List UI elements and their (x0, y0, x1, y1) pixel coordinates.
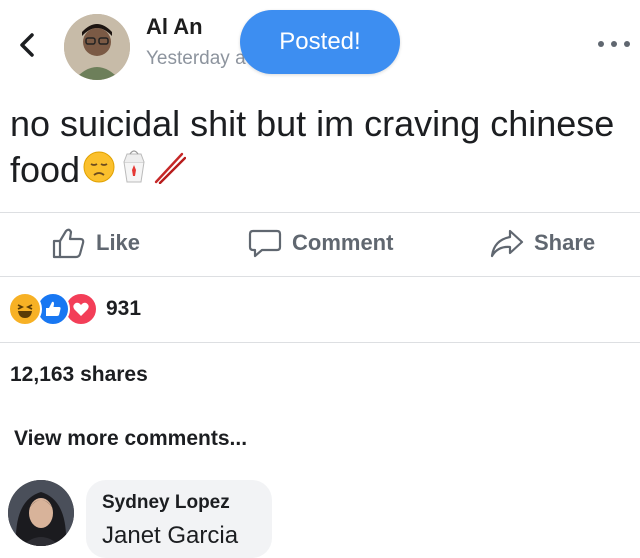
pensive-face-emoji (82, 149, 116, 195)
comment-bubble[interactable]: Sydney Lopez Janet Garcia (86, 480, 272, 558)
shares-count[interactable]: 12,163 shares (10, 363, 148, 387)
chevron-left-icon (20, 33, 34, 57)
more-horizontal-icon-dot (611, 41, 617, 47)
post-timestamp[interactable]: Yesterday a (146, 48, 246, 70)
haha-reaction-icon (8, 292, 42, 326)
post-actions-bar: Like Comment Share (0, 212, 640, 276)
more-horizontal-icon-dot (598, 41, 604, 47)
post-text: no suicidal shit but im craving chinese (10, 103, 615, 144)
commenter-photo (8, 480, 74, 546)
comment-text: Janet Garcia (102, 522, 239, 549)
comment-button[interactable]: Comment (248, 226, 393, 260)
thumbs-up-icon (52, 228, 85, 259)
view-more-comments-link[interactable]: View more comments... (14, 427, 247, 451)
commenter-name[interactable]: Sydney Lopez (102, 492, 230, 514)
chopsticks-emoji (152, 149, 187, 195)
reaction-count: 931 (106, 297, 142, 320)
comment-label: Comment (292, 230, 394, 255)
more-horizontal-icon-dot (624, 41, 630, 47)
share-button[interactable]: Share (490, 226, 595, 260)
author-photo (64, 14, 130, 80)
divider-actions (0, 276, 640, 277)
divider-reactions (0, 342, 640, 343)
like-label: Like (96, 230, 141, 255)
comment-bubble-icon (248, 229, 282, 258)
reaction-summary[interactable]: 931 (8, 292, 141, 326)
author-name[interactable]: Al An (146, 14, 203, 40)
commenter-avatar[interactable] (8, 480, 74, 546)
posted-toast: Posted! (240, 10, 400, 74)
post-text-line2: food (10, 149, 81, 190)
like-button[interactable]: Like (52, 226, 140, 260)
takeout-box-emoji (118, 149, 150, 195)
share-label: Share (534, 230, 596, 255)
author-avatar[interactable] (64, 14, 130, 80)
more-options-button[interactable] (598, 38, 630, 50)
post-body: no suicidal shit but im craving chinese … (10, 101, 630, 195)
back-button[interactable] (12, 27, 42, 63)
share-arrow-icon (490, 229, 524, 258)
